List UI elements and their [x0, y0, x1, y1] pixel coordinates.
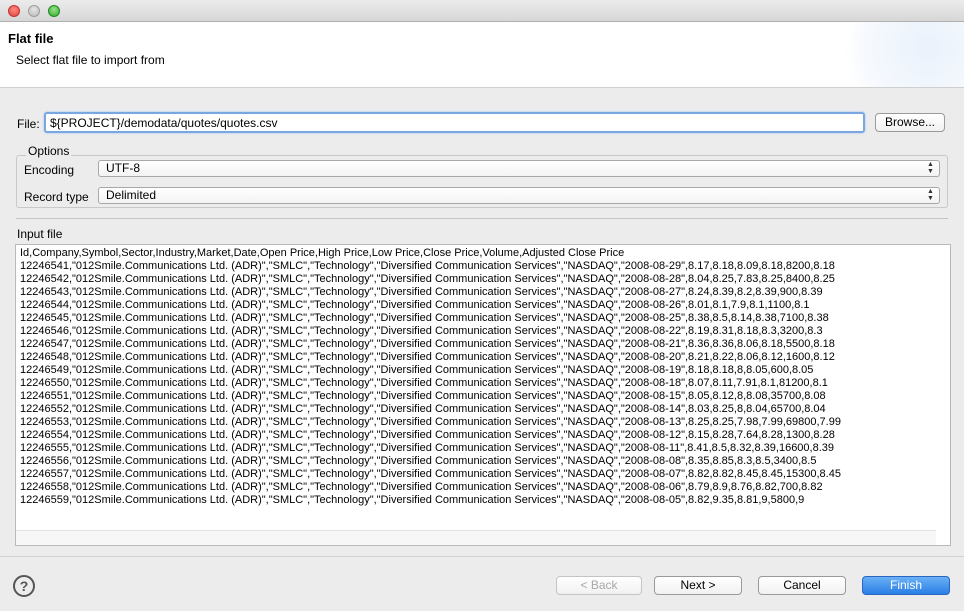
preview-line: 12246556,"012Smile.Communications Ltd. (…	[20, 455, 817, 467]
preview-line: Id,Company,Symbol,Sector,Industry,Market…	[20, 247, 625, 259]
encoding-value: UTF-8	[106, 161, 140, 175]
preview-line: 12246545,"012Smile.Communications Ltd. (…	[20, 312, 829, 324]
back-button[interactable]: < Back	[556, 576, 642, 595]
record-type-value: Delimited	[106, 188, 157, 202]
horizontal-scrollbar[interactable]	[16, 530, 936, 545]
wizard-header: Flat file Select flat file to import fro…	[0, 22, 964, 88]
page-subtitle: Select flat file to import from	[16, 53, 165, 67]
page-title: Flat file	[8, 31, 54, 46]
updown-arrows-icon: ▲ ▼	[927, 188, 934, 202]
header-decoration	[844, 22, 964, 87]
preview-line: 12246541,"012Smile.Communications Ltd. (…	[20, 260, 835, 272]
finish-button[interactable]: Finish	[862, 576, 950, 595]
input-file-label: Input file	[17, 227, 63, 241]
preview-line: 12246558,"012Smile.Communications Ltd. (…	[20, 481, 823, 493]
input-file-preview[interactable]: Id,Company,Symbol,Sector,Industry,Market…	[15, 244, 951, 546]
record-type-label: Record type	[24, 190, 89, 204]
preview-line: 12246549,"012Smile.Communications Ltd. (…	[20, 364, 814, 376]
file-label: File:	[17, 117, 40, 131]
options-title: Options	[26, 144, 72, 158]
zoom-window-icon[interactable]	[48, 5, 60, 17]
preview-line: 12246554,"012Smile.Communications Ltd. (…	[20, 429, 835, 441]
window-titlebar	[0, 0, 964, 22]
preview-text: Id,Company,Symbol,Sector,Industry,Market…	[20, 247, 940, 507]
preview-line: 12246552,"012Smile.Communications Ltd. (…	[20, 403, 826, 415]
section-separator	[16, 218, 948, 219]
preview-line: 12246559,"012Smile.Communications Ltd. (…	[20, 494, 805, 506]
preview-line: 12246546,"012Smile.Communications Ltd. (…	[20, 325, 823, 337]
encoding-label: Encoding	[24, 163, 75, 177]
record-type-select[interactable]: Delimited ▲ ▼	[98, 187, 940, 204]
cancel-button[interactable]: Cancel	[758, 576, 846, 595]
preview-line: 12246555,"012Smile.Communications Ltd. (…	[20, 442, 835, 454]
encoding-select[interactable]: UTF-8 ▲ ▼	[98, 160, 940, 177]
browse-button[interactable]: Browse...	[875, 113, 945, 132]
preview-line: 12246542,"012Smile.Communications Ltd. (…	[20, 273, 835, 285]
preview-line: 12246553,"012Smile.Communications Ltd. (…	[20, 416, 841, 428]
minimize-window-icon[interactable]	[28, 5, 40, 17]
next-button[interactable]: Next >	[654, 576, 742, 595]
help-icon[interactable]: ?	[13, 575, 35, 597]
preview-line: 12246551,"012Smile.Communications Ltd. (…	[20, 390, 826, 402]
preview-line: 12246548,"012Smile.Communications Ltd. (…	[20, 351, 835, 363]
preview-line: 12246543,"012Smile.Communications Ltd. (…	[20, 286, 823, 298]
footer-separator	[0, 556, 964, 557]
close-window-icon[interactable]	[8, 5, 20, 17]
preview-line: 12246547,"012Smile.Communications Ltd. (…	[20, 338, 835, 350]
preview-line: 12246550,"012Smile.Communications Ltd. (…	[20, 377, 828, 389]
updown-arrows-icon: ▲ ▼	[927, 161, 934, 175]
file-path-input[interactable]	[44, 112, 865, 133]
preview-line: 12246544,"012Smile.Communications Ltd. (…	[20, 299, 810, 311]
preview-line: 12246557,"012Smile.Communications Ltd. (…	[20, 468, 841, 480]
